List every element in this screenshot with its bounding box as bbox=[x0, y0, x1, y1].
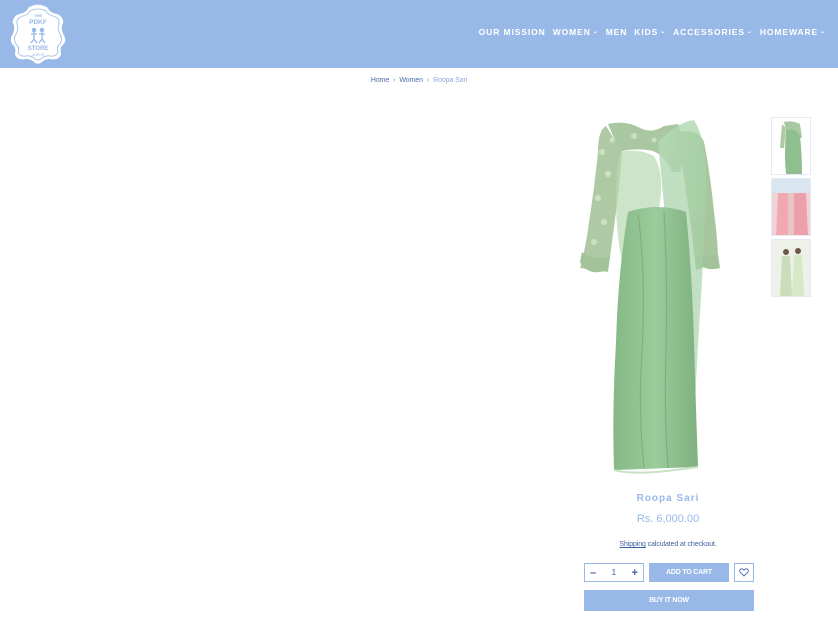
site-header: THE PDKF STORE JAIPUR OUR MISSION WOMEN ⌄… bbox=[0, 0, 838, 68]
breadcrumb-home[interactable]: Home bbox=[371, 77, 389, 84]
breadcrumb-women[interactable]: Women bbox=[399, 77, 423, 84]
quantity-input[interactable]: 1 bbox=[612, 568, 616, 577]
shipping-text: calculated at checkout. bbox=[645, 541, 717, 548]
nav-label: OUR MISSION bbox=[478, 27, 546, 37]
thumbnail-2[interactable] bbox=[771, 178, 811, 236]
thumbnail-list bbox=[771, 117, 811, 300]
logo-text-the: THE bbox=[34, 13, 42, 18]
main-nav: OUR MISSION WOMEN ⌄ MEN KIDS ⌄ ACCESSORIES… bbox=[479, 27, 826, 37]
chevron-down-icon: ⌄ bbox=[746, 29, 753, 35]
nav-label: WOMEN bbox=[552, 27, 591, 37]
logo-text-pdkf: PDKF bbox=[29, 19, 47, 26]
buy-it-now-button[interactable]: BUY IT NOW bbox=[584, 590, 754, 611]
quantity-decrease-button[interactable]: – bbox=[590, 567, 596, 579]
shipping-link[interactable]: Shipping bbox=[619, 541, 646, 548]
nav-our-mission[interactable]: OUR MISSION bbox=[479, 27, 546, 37]
nav-label: ACCESSORIES bbox=[673, 27, 745, 37]
nav-label: KIDS bbox=[634, 27, 659, 37]
wishlist-button[interactable] bbox=[734, 563, 754, 582]
heart-icon bbox=[739, 568, 749, 577]
nav-homeware[interactable]: HOMEWARE ⌄ bbox=[760, 27, 826, 37]
breadcrumb-separator: › bbox=[426, 77, 430, 84]
logo-text-jaipur: JAIPUR bbox=[32, 53, 45, 57]
product-main-image[interactable] bbox=[568, 112, 768, 480]
nav-men[interactable]: MEN bbox=[606, 27, 628, 37]
chevron-down-icon: ⌄ bbox=[820, 29, 826, 35]
nav-label: MEN bbox=[605, 27, 628, 37]
product-title: Roopa Sari bbox=[636, 493, 700, 504]
breadcrumb: Home › Women › Roopa Sari bbox=[0, 77, 838, 84]
thumbnail-3[interactable] bbox=[771, 239, 811, 297]
quantity-increase-button[interactable]: + bbox=[632, 567, 638, 579]
logo-badge-icon: THE PDKF STORE JAIPUR bbox=[9, 3, 67, 66]
shipping-note: Shipping calculated at checkout. bbox=[568, 541, 768, 548]
sari-image bbox=[580, 120, 720, 474]
product-price: Rs. 6,000.00 bbox=[636, 513, 700, 525]
add-to-cart-button[interactable]: ADD TO CART bbox=[649, 563, 729, 582]
nav-kids[interactable]: KIDS ⌄ bbox=[634, 27, 666, 37]
breadcrumb-separator: › bbox=[393, 77, 396, 84]
thumbnail-1[interactable] bbox=[771, 117, 811, 175]
nav-women[interactable]: WOMEN ⌄ bbox=[553, 27, 599, 37]
breadcrumb-current: Roopa Sari bbox=[433, 77, 468, 84]
chevron-down-icon: ⌄ bbox=[660, 29, 667, 35]
store-logo[interactable]: THE PDKF STORE JAIPUR bbox=[6, 3, 70, 66]
nav-accessories[interactable]: ACCESSORIES ⌄ bbox=[673, 27, 753, 37]
sari-thumbnail-icon bbox=[772, 118, 810, 174]
quantity-stepper: – 1 + bbox=[584, 563, 644, 582]
logo-text-store: STORE bbox=[28, 46, 49, 52]
model-thumbnail-icon bbox=[772, 179, 810, 235]
models-thumbnail-icon bbox=[772, 240, 810, 296]
nav-label: HOMEWARE bbox=[759, 27, 819, 37]
chevron-down-icon: ⌄ bbox=[592, 29, 599, 35]
